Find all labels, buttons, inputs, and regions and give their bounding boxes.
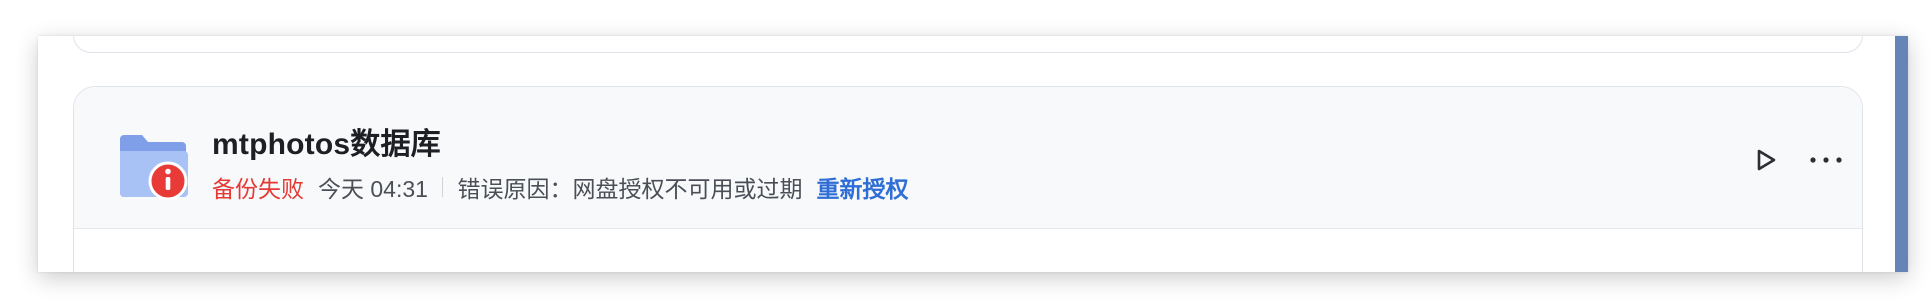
error-badge-icon bbox=[148, 161, 188, 201]
task-card-header: mtphotos数据库 备份失败 今天 04:31 错误原因： 网盘授权不可用或… bbox=[74, 87, 1862, 229]
more-icon[interactable] bbox=[1802, 141, 1850, 179]
task-title: mtphotos数据库 bbox=[212, 128, 441, 161]
folder-icon bbox=[120, 135, 188, 201]
meta-divider bbox=[441, 177, 444, 197]
reauthorize-link[interactable]: 重新授权 bbox=[816, 170, 908, 204]
task-meta: 备份失败 今天 04:31 错误原因： 网盘授权不可用或过期 重新授权 bbox=[212, 170, 908, 204]
status-badge: 备份失败 bbox=[212, 176, 304, 202]
last-run-time: 今天 04:31 bbox=[318, 176, 428, 202]
play-icon[interactable] bbox=[1746, 141, 1784, 179]
error-label: 错误原因： bbox=[457, 176, 573, 202]
backup-task-card: mtphotos数据库 备份失败 今天 04:31 错误原因： 网盘授权不可用或… bbox=[73, 86, 1863, 272]
backup-task-window: mtphotos数据库 备份失败 今天 04:31 错误原因： 网盘授权不可用或… bbox=[38, 36, 1908, 272]
previous-task-card bbox=[73, 36, 1863, 53]
scrollbar[interactable] bbox=[1895, 36, 1908, 272]
error-message: 网盘授权不可用或过期 bbox=[572, 176, 803, 202]
